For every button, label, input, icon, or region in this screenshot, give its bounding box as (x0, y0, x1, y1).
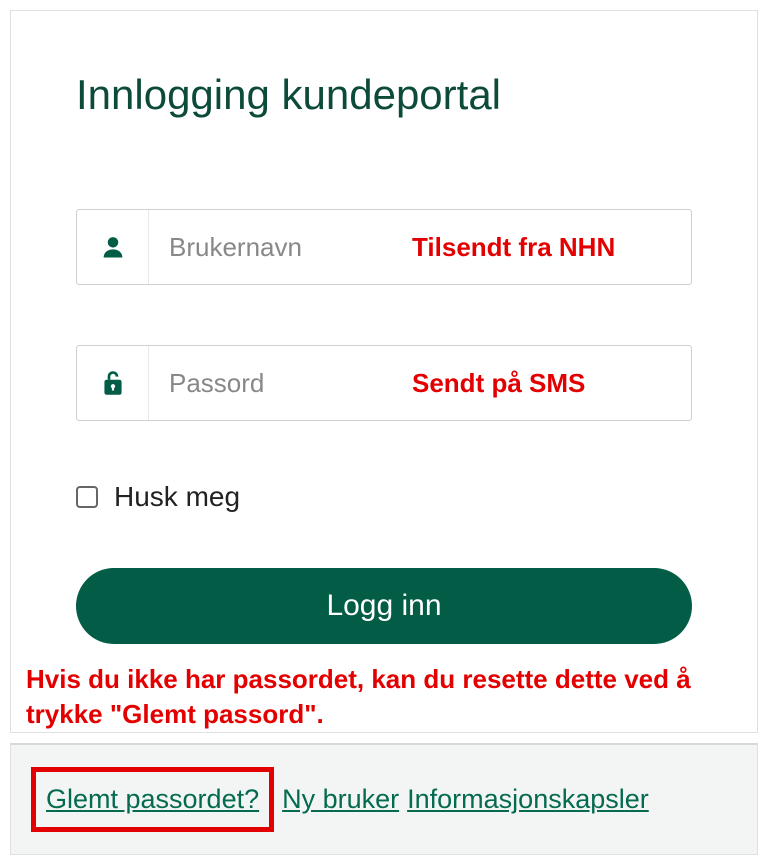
new-user-link[interactable]: Ny bruker (282, 784, 399, 815)
login-card: Innlogging kundeportal Tilsendt fra NHN … (10, 10, 758, 733)
reset-instruction-annotation: Hvis du ikke har passordet, kan du reset… (26, 662, 742, 732)
forgot-password-link[interactable]: Glemt passordet? (46, 784, 259, 814)
password-field-row: Sendt på SMS (76, 345, 692, 421)
remember-row: Husk meg (76, 481, 692, 513)
cookies-link[interactable]: Informasjonskapsler (407, 784, 649, 815)
footer-bar: Glemt passordet? Ny bruker Informasjonsk… (10, 743, 758, 855)
password-input[interactable] (149, 346, 691, 420)
username-input[interactable] (149, 210, 691, 284)
forgot-password-highlight: Glemt passordet? (31, 767, 274, 832)
lock-icon (100, 368, 126, 398)
page-title: Innlogging kundeportal (76, 71, 692, 119)
username-field-row: Tilsendt fra NHN (76, 209, 692, 285)
lock-icon-wrap (77, 346, 149, 420)
user-icon-wrap (77, 210, 149, 284)
remember-checkbox[interactable] (76, 486, 98, 508)
login-button[interactable]: Logg inn (76, 568, 692, 644)
user-icon (99, 233, 127, 261)
remember-label: Husk meg (114, 481, 240, 513)
